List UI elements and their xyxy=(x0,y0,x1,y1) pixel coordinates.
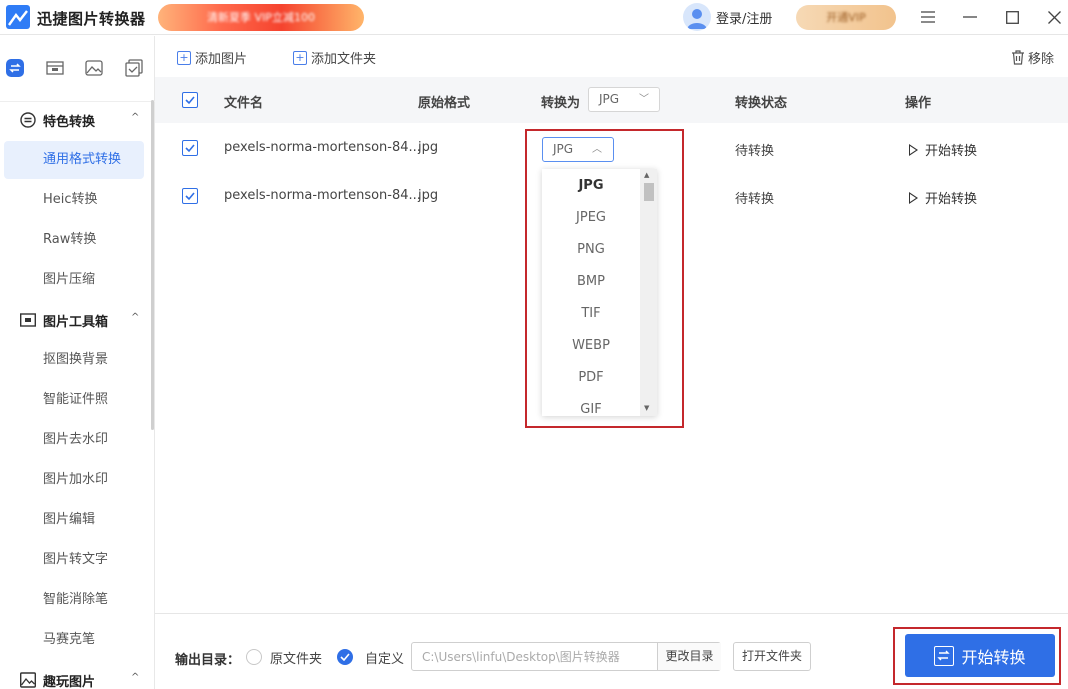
trash-icon xyxy=(1012,50,1024,65)
sidebar-item-heic[interactable]: Heic转换 xyxy=(4,181,144,219)
sidebar-item-remove-watermark[interactable]: 图片去水印 xyxy=(4,421,144,459)
close-icon[interactable] xyxy=(1041,5,1067,29)
start-convert-button[interactable]: 开始转换 xyxy=(909,140,977,159)
chevron-up-icon: ^ xyxy=(131,312,140,323)
toolbox-icon xyxy=(19,312,37,328)
output-dir-label: 输出目录： xyxy=(175,653,241,668)
output-path-input[interactable] xyxy=(413,644,657,669)
image-icon[interactable] xyxy=(84,58,104,78)
title-bar: 迅捷图片转换器 清新夏季 VIP立减100 登录/注册 开通VIP xyxy=(0,0,1068,35)
format-option-png[interactable]: PNG xyxy=(542,234,640,266)
scroll-up-icon[interactable]: ▲ xyxy=(644,171,649,179)
remove-button[interactable]: 移除 xyxy=(1011,48,1054,67)
section-fun-image[interactable]: 趣玩图片 ^ xyxy=(0,664,150,689)
header-status: 转换状态 xyxy=(735,96,788,111)
section-title: 特色转换 xyxy=(43,115,96,130)
sidebar-item-eraser[interactable]: 智能消除笔 xyxy=(4,581,144,619)
convert-icon[interactable] xyxy=(5,58,25,78)
image-icon xyxy=(19,672,37,688)
format-option-tif[interactable]: TIF xyxy=(542,298,640,330)
sidebar-scrollbar[interactable] xyxy=(151,100,154,430)
sidebar-item-mosaic[interactable]: 马赛克笔 xyxy=(4,621,144,659)
format-option-pdf[interactable]: PDF xyxy=(542,362,640,394)
format-option-webp[interactable]: WEBP xyxy=(542,330,640,362)
avatar[interactable] xyxy=(683,3,711,31)
select-all-checkbox[interactable] xyxy=(182,92,198,108)
start-all-button[interactable]: 开始转换 xyxy=(905,634,1055,677)
toolbox-icon[interactable] xyxy=(45,58,65,78)
radio-original-folder[interactable] xyxy=(246,649,262,665)
dropdown-scrollbar[interactable] xyxy=(640,169,657,416)
row-checkbox[interactable] xyxy=(182,188,198,204)
open-vip-button[interactable]: 开通VIP xyxy=(796,5,896,30)
batch-format-select[interactable]: JPG ﹀ xyxy=(588,87,660,112)
login-link[interactable]: 登录/注册 xyxy=(716,8,772,27)
open-folder-button[interactable]: 打开文件夹 xyxy=(733,642,811,671)
change-dir-button[interactable]: 更改目录 xyxy=(657,643,721,670)
chevron-down-icon: ﹀ xyxy=(639,94,649,105)
format-option-gif[interactable]: GIF xyxy=(542,394,640,416)
minimize-icon[interactable] xyxy=(957,5,983,29)
radio-custom-folder[interactable] xyxy=(337,649,353,665)
chevron-up-icon: ^ xyxy=(131,112,140,123)
start-convert-button[interactable]: 开始转换 xyxy=(909,188,977,207)
section-title: 趣玩图片 xyxy=(43,675,96,689)
file-name: pexels-norma-mortenson-84... xyxy=(224,140,421,155)
dropdown-scroll-thumb[interactable] xyxy=(644,183,654,201)
sidebar-item-cutout[interactable]: 抠图换背景 xyxy=(4,341,144,379)
sidebar-item-id-photo[interactable]: 智能证件照 xyxy=(4,381,144,419)
status-text: 待转换 xyxy=(735,144,775,159)
header-action: 操作 xyxy=(905,96,932,111)
app-logo-icon xyxy=(6,5,30,29)
chevron-up-icon: ^ xyxy=(131,672,140,683)
section-title: 图片工具箱 xyxy=(43,315,109,330)
sidebar-item-general-convert[interactable]: 通用格式转换 xyxy=(4,141,144,179)
play-icon xyxy=(909,143,918,156)
main-toolbar: + 添加图片 + 添加文件夹 移除 xyxy=(155,36,1068,76)
menu-icon[interactable] xyxy=(915,5,941,29)
file-name: pexels-norma-mortenson-84... xyxy=(224,188,421,203)
plus-icon: + xyxy=(293,50,307,65)
sidebar-item-raw[interactable]: Raw转换 xyxy=(4,221,144,259)
swap-icon xyxy=(934,645,955,666)
maximize-icon[interactable] xyxy=(999,5,1025,29)
sidebar-item-add-watermark[interactable]: 图片加水印 xyxy=(4,461,144,499)
plus-icon: + xyxy=(177,50,191,65)
origin-format: jpg xyxy=(418,140,439,155)
table-header: 文件名 原始格式 转换为 JPG ﹀ 转换状态 操作 xyxy=(155,77,1068,123)
add-folder-button[interactable]: + 添加文件夹 xyxy=(293,48,376,67)
sidebar-item-edit[interactable]: 图片编辑 xyxy=(4,501,144,539)
section-image-toolbox[interactable]: 图片工具箱 ^ xyxy=(0,304,150,336)
format-option-jpeg[interactable]: JPEG xyxy=(542,202,640,234)
vip-promo-banner[interactable]: 清新夏季 VIP立减100 xyxy=(158,4,364,31)
option-custom-label[interactable]: 自定义 xyxy=(365,648,404,667)
header-filename: 文件名 xyxy=(224,96,264,111)
row-checkbox[interactable] xyxy=(182,140,198,156)
play-icon xyxy=(909,191,918,204)
chevron-up-icon: ︿ xyxy=(592,144,602,155)
row-format-select[interactable]: JPG ︿ xyxy=(542,137,614,162)
status-text: 待转换 xyxy=(735,192,775,207)
convert-icon xyxy=(20,112,36,128)
check-icon[interactable] xyxy=(124,58,144,78)
section-feature-convert[interactable]: 特色转换 ^ xyxy=(0,104,150,136)
format-option-jpg[interactable]: JPG xyxy=(542,170,640,202)
sidebar-item-compress[interactable]: 图片压缩 xyxy=(4,261,144,299)
sidebar-item-ocr[interactable]: 图片转文字 xyxy=(4,541,144,579)
header-convert-to: 转换为 xyxy=(541,96,581,111)
add-image-button[interactable]: + 添加图片 xyxy=(177,48,247,67)
option-original-label[interactable]: 原文件夹 xyxy=(270,648,322,667)
format-option-bmp[interactable]: BMP xyxy=(542,266,640,298)
app-title: 迅捷图片转换器 xyxy=(37,10,146,28)
header-origin-format: 原始格式 xyxy=(418,96,471,111)
origin-format: jpg xyxy=(418,188,439,203)
scroll-down-icon[interactable]: ▼ xyxy=(644,404,649,412)
output-path-field: 更改目录 xyxy=(411,642,721,671)
sidebar-top-icons xyxy=(0,36,155,102)
